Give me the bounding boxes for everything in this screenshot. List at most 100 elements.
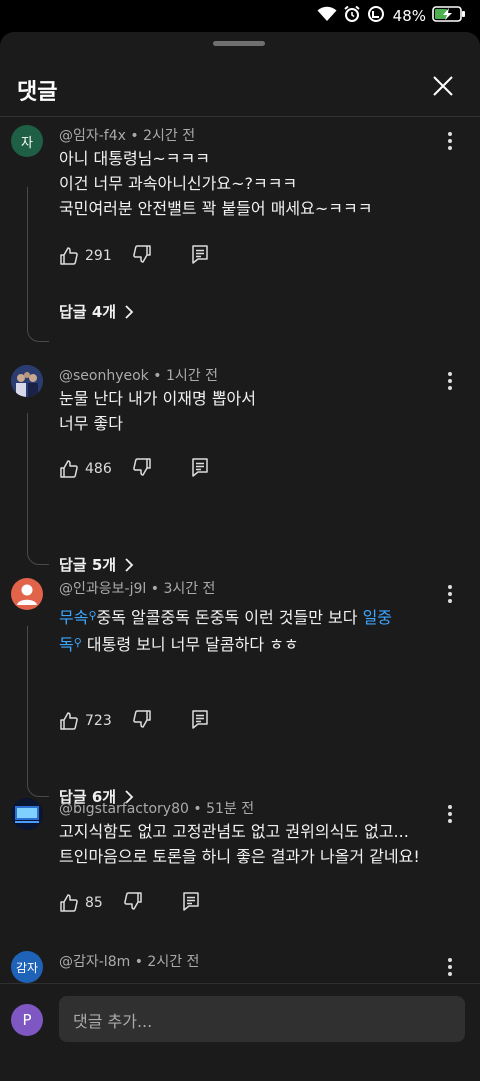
alarm-icon (343, 5, 361, 27)
comment-line: 트인마음으로 토론을 하니 좋은 결과가 나올거 같네요! (59, 847, 420, 866)
chevron-right-icon (125, 304, 134, 319)
drag-handle[interactable] (213, 41, 265, 46)
search-tag-link[interactable]: 무속⚲ (59, 608, 97, 627)
search-icon: ⚲ (73, 636, 82, 649)
comment-line: 이건 너무 과속아니신가요~?ㅋㅋㅋ (59, 174, 298, 193)
status-bar: 48% (0, 0, 480, 32)
thread-line (27, 187, 49, 342)
comment-text: 무속⚲중독 알콜중독 돈중독 이런 것들만 보다 일중 독⚲ 대통령 보니 너무 … (59, 603, 431, 657)
like-button[interactable]: 85 (59, 893, 103, 913)
battery-percentage: 48% (392, 7, 426, 25)
search-icon: ⚲ (88, 609, 97, 622)
chevron-right-icon (125, 557, 134, 572)
avatar[interactable] (11, 365, 43, 397)
comment-meta: @인과응보-j9l • 3시간 전 (59, 581, 216, 597)
comment-actions: 85 (59, 891, 201, 915)
comment-input-bar: P 댓글 추가... (0, 983, 480, 1081)
comment-author[interactable]: @인과응보-j9l (59, 581, 146, 597)
reply-icon (191, 245, 208, 264)
comment-meta: @감자-l8m • 2시간 전 (59, 954, 200, 970)
like-button[interactable]: 723 (59, 711, 112, 731)
like-icon (60, 712, 78, 730)
reply-button[interactable] (190, 709, 210, 733)
view-replies-button[interactable]: 답글 4개 (59, 301, 134, 322)
avatar[interactable] (11, 798, 43, 830)
header-divider (0, 116, 480, 117)
comments-sheet: 댓글 자 @임자-f4x • 2시간 전 아니 대통령님~ㅋㅋㅋ 이건 너무 과… (0, 32, 480, 1081)
avatar[interactable]: 자 (11, 125, 43, 157)
dislike-icon (132, 458, 151, 476)
dislike-icon (132, 245, 151, 263)
dislike-button[interactable] (132, 709, 152, 733)
comment-time: 1시간 전 (165, 368, 218, 384)
replies-label: 답글 5개 (59, 556, 117, 574)
dislike-button[interactable] (132, 457, 152, 481)
comment-time: 51분 전 (206, 801, 255, 817)
dislike-icon (132, 710, 151, 728)
comment-line: 중독 알콜중독 돈중독 이런 것들만 보다 (96, 608, 363, 627)
more-vert-icon (448, 132, 452, 136)
sheet-title: 댓글 (17, 80, 58, 105)
like-button[interactable]: 291 (59, 246, 112, 266)
comment-line: 대통령 보니 너무 달콤하다 ㅎㅎ (81, 635, 299, 654)
avatar[interactable] (11, 578, 43, 610)
more-vert-icon (448, 585, 452, 589)
comment-text: 아니 대통령님~ㅋㅋㅋ 이건 너무 과속아니신가요~?ㅋㅋㅋ 국민여러분 안전밸… (59, 146, 439, 221)
comment-actions: 723 (59, 709, 210, 733)
tag-label: 무속 (59, 608, 89, 627)
reply-icon (191, 710, 208, 729)
comment-author[interactable]: @seonhyeok (59, 368, 149, 384)
more-options-button[interactable] (440, 582, 460, 606)
like-count: 486 (85, 461, 112, 477)
dislike-button[interactable] (123, 891, 143, 915)
more-options-button[interactable] (440, 955, 460, 979)
like-count: 291 (85, 248, 112, 264)
reply-icon (183, 892, 199, 911)
comment-actions: 486 (59, 457, 210, 481)
comment-meta: @임자-f4x • 2시간 전 (59, 128, 196, 144)
close-icon (433, 76, 453, 96)
comment-author[interactable]: @임자-f4x (59, 128, 126, 144)
status-icons: 48% (317, 5, 466, 27)
close-button[interactable] (428, 71, 458, 101)
comment-author[interactable]: @감자-l8m (59, 954, 130, 970)
comment-author[interactable]: @bigstarfactory80 (59, 801, 189, 817)
comment-line: 국민여러분 안전밸트 꽉 붙들어 매세요~ㅋㅋㅋ (59, 199, 373, 218)
comment-line: 고지식함도 없고 고정관념도 없고 권위의식도 없고... (59, 822, 409, 841)
more-vert-icon (448, 958, 452, 962)
comment-time: 2시간 전 (147, 954, 200, 970)
comment-text: 고지식함도 없고 고정관념도 없고 권위의식도 없고... 트인마음으로 토론을… (59, 819, 459, 869)
avatar[interactable]: 감자 (11, 951, 43, 983)
more-vert-icon (448, 805, 452, 809)
more-vert-icon (448, 372, 452, 376)
like-button[interactable]: 486 (59, 459, 112, 479)
view-replies-button[interactable]: 답글 5개 (59, 554, 134, 575)
comment-line: 눈물 난다 내가 이재명 뽑아서 (59, 389, 256, 408)
comment-text: 눈물 난다 내가 이재명 뽑아서 너무 좋다 (59, 386, 439, 436)
like-count: 723 (85, 713, 112, 729)
reply-button[interactable] (190, 244, 210, 268)
comment-time: 2시간 전 (143, 128, 196, 144)
reply-button[interactable] (181, 891, 201, 915)
comment-meta: @bigstarfactory80 • 51분 전 (59, 801, 255, 817)
reply-icon (191, 458, 208, 477)
like-count: 85 (85, 895, 103, 911)
more-options-button[interactable] (440, 129, 460, 153)
tag-label: 일중 (362, 608, 393, 627)
dislike-icon (124, 892, 142, 910)
comment-actions: 291 (59, 244, 210, 268)
tag-label: 독 (59, 635, 74, 654)
reply-button[interactable] (190, 457, 210, 481)
more-options-button[interactable] (440, 369, 460, 393)
comment-line: 아니 대통령님~ㅋㅋㅋ (59, 149, 210, 168)
replies-label: 답글 4개 (59, 303, 117, 321)
user-avatar[interactable]: P (11, 1004, 43, 1036)
add-comment-input[interactable]: 댓글 추가... (59, 996, 465, 1042)
wifi-icon (317, 6, 337, 26)
like-icon (60, 894, 78, 912)
dislike-button[interactable] (132, 244, 152, 268)
comment-meta: @seonhyeok • 1시간 전 (59, 368, 218, 384)
battery-charging-icon (432, 5, 466, 27)
thread-line (27, 626, 49, 797)
like-icon (60, 247, 78, 265)
